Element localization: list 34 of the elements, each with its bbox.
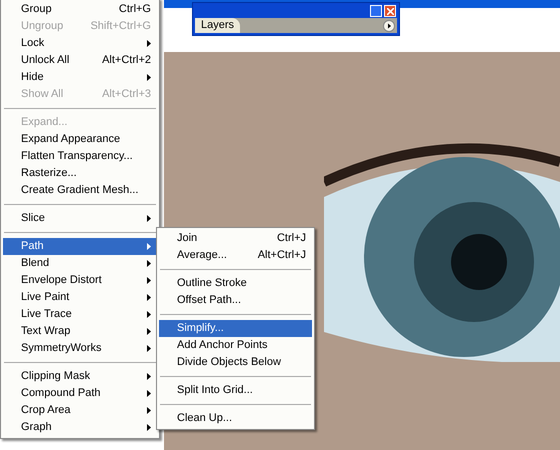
menu-item[interactable]: Outline Stroke [159, 275, 312, 292]
menu-item[interactable]: Clean Up... [159, 410, 312, 427]
menu-item[interactable]: Simplify... [159, 320, 312, 337]
menu-item[interactable]: Text Wrap [3, 323, 157, 340]
menu-item[interactable]: Average... Alt+Ctrl+J [159, 247, 312, 264]
menu-item[interactable]: Envelope Distort [3, 272, 157, 289]
close-button[interactable] [384, 5, 396, 17]
maximize-button[interactable] [370, 5, 382, 17]
menu-item[interactable]: Graph [3, 419, 157, 436]
menu-item[interactable]: SymmetryWorks [3, 340, 157, 357]
menu-item[interactable]: Hide [3, 69, 157, 86]
menu-item[interactable]: Slice [3, 210, 157, 227]
menu-item[interactable]: Path [3, 238, 157, 255]
menu-item[interactable]: Flatten Transparency... [3, 148, 157, 165]
menu-item[interactable]: Create Gradient Mesh... [3, 182, 157, 199]
menu-item[interactable]: Live Paint [3, 289, 157, 306]
menu-item[interactable]: Split Into Grid... [159, 382, 312, 399]
menu-item[interactable]: Compound Path [3, 385, 157, 402]
menu-item[interactable]: Divide Objects Below [159, 354, 312, 371]
menu-item[interactable]: Live Trace [3, 306, 157, 323]
menu-item[interactable]: Unlock All Alt+Ctrl+2 [3, 52, 157, 69]
menu-item[interactable]: Expand Appearance [3, 131, 157, 148]
menu-item[interactable]: Lock [3, 35, 157, 52]
menu-item[interactable]: Rasterize... [3, 165, 157, 182]
menu-item[interactable]: Offset Path... [159, 292, 312, 309]
menu-item[interactable]: Group Ctrl+G [3, 1, 157, 18]
menu-item[interactable]: Join Ctrl+J [159, 230, 312, 247]
menu-item[interactable]: Clipping Mask [3, 368, 157, 385]
menu-item[interactable]: Crop Area [3, 402, 157, 419]
menu-item[interactable]: Add Anchor Points [159, 337, 312, 354]
menu-item[interactable]: Blend [3, 255, 157, 272]
layers-tab[interactable]: Layers [195, 18, 240, 33]
close-icon [386, 8, 394, 14]
panel-menu-icon[interactable] [383, 20, 395, 32]
